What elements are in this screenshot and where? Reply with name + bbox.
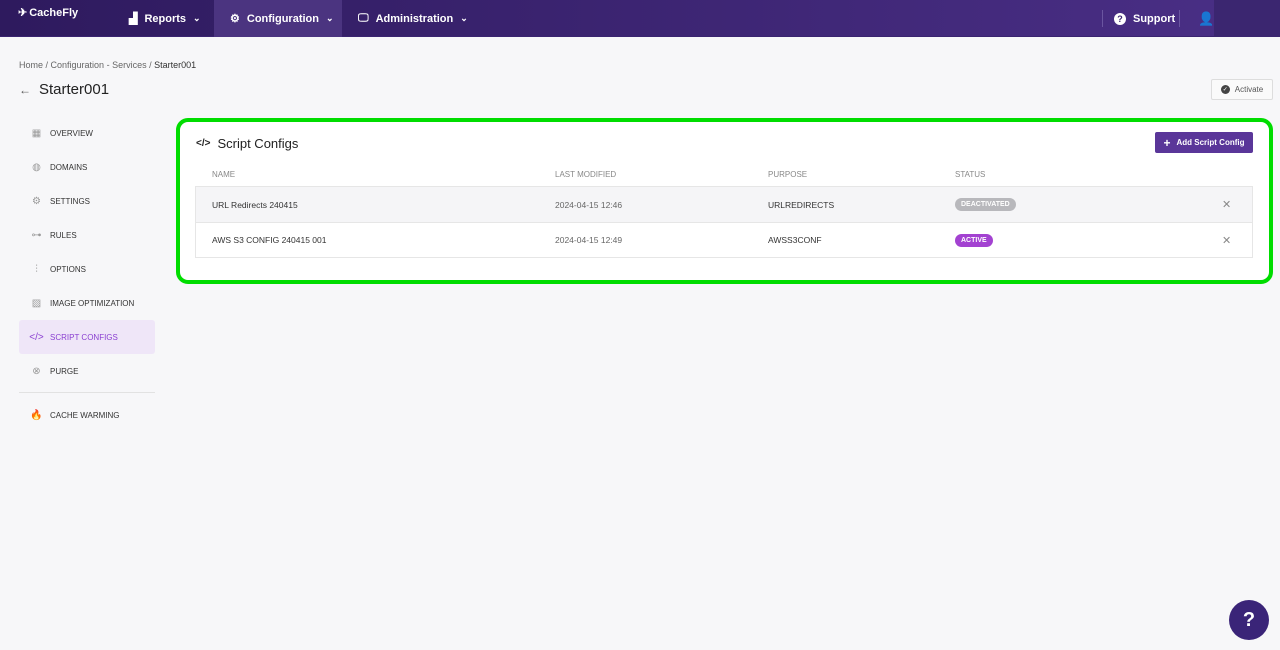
- add-script-config-button[interactable]: + Add Script Config: [1155, 132, 1253, 153]
- status-badge: ACTIVE: [955, 233, 993, 247]
- sidebar-item-image-optimization[interactable]: ▨ IMAGE OPTIMIZATION: [19, 286, 155, 320]
- col-last-modified: LAST MODIFIED: [555, 170, 617, 179]
- script-configs-table: URL Redirects 240415 2024-04-15 12:46 UR…: [195, 186, 1253, 258]
- code-icon: </>: [29, 331, 44, 343]
- cachefly-logo[interactable]: ✈ CacheFly: [18, 6, 78, 20]
- check-circle-icon: ✓: [1220, 85, 1230, 94]
- help-button[interactable]: ?: [1229, 600, 1269, 640]
- card-title: </> Script Configs: [196, 136, 299, 151]
- sidebar-divider: [19, 392, 155, 393]
- sidebar-item-overview[interactable]: ▦ OVERVIEW: [19, 116, 155, 150]
- sidebar-item-settings[interactable]: ⚙ SETTINGS: [19, 184, 155, 218]
- chevron-down-icon: ⌄: [193, 13, 201, 23]
- globe-icon: ◍: [32, 161, 41, 173]
- sidebar-item-rules[interactable]: ⊶ RULES: [19, 218, 155, 252]
- cell-name[interactable]: AWS S3 CONFIG 240415 001: [212, 235, 327, 245]
- activate-button[interactable]: ✓ Activate: [1211, 79, 1273, 100]
- logo-bird-icon: ✈: [18, 7, 28, 19]
- question-circle-icon: ?: [1114, 12, 1126, 25]
- table-header: NAME LAST MODIFIED PURPOSE STATUS: [199, 170, 1257, 186]
- user-icon: 👤: [1198, 10, 1215, 26]
- sidebar-item-script-configs[interactable]: </> SCRIPT CONFIGS: [19, 320, 155, 354]
- image-icon: ▨: [31, 297, 42, 309]
- gear-icon: ⚙: [32, 195, 41, 207]
- status-badge: DEACTIVATED: [955, 198, 1016, 211]
- rules-icon: ⊶: [31, 229, 42, 241]
- user-area: [1214, 0, 1280, 37]
- plus-icon: +: [1163, 135, 1171, 150]
- breadcrumb-services[interactable]: Configuration - Services: [51, 60, 147, 70]
- monitor-icon: 🖵: [358, 12, 369, 24]
- nav-configuration[interactable]: ⚙ Configuration ⌄: [214, 0, 342, 37]
- flame-icon: 🔥: [30, 409, 43, 421]
- nav-administration[interactable]: 🖵 Administration ⌄: [342, 0, 484, 37]
- sidebar: ▦ OVERVIEW ◍ DOMAINS ⚙ SETTINGS ⊶ RULES ⫶ OPT…: [19, 116, 155, 432]
- table-row[interactable]: URL Redirects 240415 2024-04-15 12:46 UR…: [196, 187, 1252, 222]
- breadcrumb: Home / Configuration - Services / Starte…: [19, 60, 197, 70]
- delete-icon[interactable]: ✕: [1222, 198, 1231, 211]
- sidebar-item-options[interactable]: ⫶ OPTIONS: [19, 252, 155, 286]
- delete-icon[interactable]: ✕: [1222, 234, 1231, 247]
- code-icon: </>: [196, 138, 211, 149]
- sidebar-item-cache-warming[interactable]: 🔥 CACHE WARMING: [19, 398, 155, 432]
- col-name: NAME: [212, 170, 236, 179]
- col-status: STATUS: [955, 170, 986, 179]
- breadcrumb-home[interactable]: Home: [19, 60, 43, 70]
- support-link[interactable]: ? Support: [1098, 0, 1191, 37]
- divider: [1179, 10, 1180, 27]
- cell-name[interactable]: URL Redirects 240415: [212, 200, 298, 210]
- chevron-down-icon: ⌄: [460, 13, 468, 23]
- nav-reports[interactable]: ▟ Reports ⌄: [113, 0, 217, 37]
- script-configs-card: </> Script Configs + Add Script Config NAM…: [176, 118, 1273, 284]
- chevron-down-icon: ⌄: [325, 13, 334, 23]
- cell-purpose: AWSS3CONF: [768, 235, 822, 245]
- overview-icon: ▦: [31, 127, 42, 139]
- cell-purpose: URLREDIRECTS: [768, 199, 835, 210]
- sidebar-item-domains[interactable]: ◍ DOMAINS: [19, 150, 155, 184]
- breadcrumb-current: Starter001: [154, 60, 197, 70]
- cell-modified: 2024-04-15 12:49: [555, 235, 623, 245]
- col-purpose: PURPOSE: [768, 170, 808, 179]
- sidebar-item-purge[interactable]: ⊗ PURGE: [19, 354, 155, 388]
- chart-icon: ▟: [129, 13, 138, 25]
- cell-modified: 2024-04-15 12:46: [555, 199, 623, 210]
- back-arrow-icon[interactable]: ←: [19, 83, 31, 97]
- gear-icon: ⚙: [230, 13, 240, 25]
- top-nav-bar: ✈ CacheFly ▟ Reports ⌄ ⚙ Configuration ⌄ 🖵 Adm…: [0, 0, 1280, 37]
- purge-icon: ⊗: [32, 365, 41, 377]
- page-title: ← Starter001: [19, 81, 110, 98]
- table-row[interactable]: AWS S3 CONFIG 240415 001 2024-04-15 12:4…: [196, 222, 1252, 257]
- sliders-icon: ⫶: [35, 263, 38, 275]
